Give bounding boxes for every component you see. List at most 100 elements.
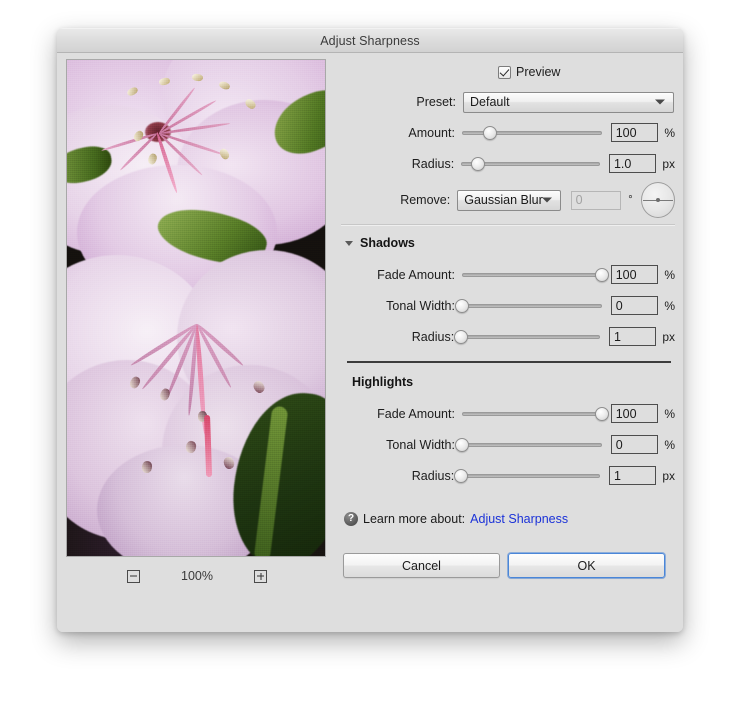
zoom-out-button[interactable]	[127, 569, 140, 583]
preset-dropdown[interactable]: Default	[463, 91, 674, 113]
chevron-down-icon	[655, 99, 665, 105]
preset-selected-value: Default	[470, 95, 510, 109]
shadows-fade-amount-unit: %	[664, 267, 675, 282]
slider-thumb[interactable]	[454, 468, 469, 483]
highlights-radius-input[interactable]: 1	[608, 466, 657, 485]
highlights-tonal-width-slider[interactable]	[454, 436, 602, 454]
shadows-tonal-width-slider[interactable]	[454, 297, 602, 315]
highlights-tonal-width-row: Tonal Width: 0 %	[339, 429, 675, 460]
shadows-highlights-divider	[347, 361, 671, 363]
angle-value: 0	[575, 193, 583, 207]
radius-slider[interactable]	[461, 155, 600, 173]
dialog-titlebar[interactable]: Adjust Sharpness	[57, 28, 683, 53]
learn-more-link[interactable]: Adjust Sharpness	[470, 512, 568, 526]
remove-selected-value: Gaussian Blur	[464, 193, 543, 207]
remove-dropdown[interactable]: Gaussian Blur	[457, 189, 561, 211]
highlights-fade-amount-input[interactable]: 100	[610, 404, 659, 423]
shadows-fade-amount-slider[interactable]	[461, 266, 609, 284]
amount-slider[interactable]	[461, 124, 602, 142]
slider-track	[461, 411, 602, 416]
shadows-title: Shadows	[360, 236, 415, 250]
highlights-radius-row: Radius: 1 px	[339, 460, 675, 491]
highlights-radius-slider[interactable]	[454, 467, 600, 485]
angle-unit: °	[628, 194, 633, 206]
cancel-button[interactable]: Cancel	[343, 553, 500, 578]
preview-checkbox[interactable]	[498, 65, 511, 79]
highlights-tonal-width-input[interactable]: 0	[610, 435, 659, 454]
slider-track	[461, 473, 600, 478]
shadows-radius-label: Radius:	[411, 329, 455, 344]
preset-label: Preset:	[416, 95, 456, 109]
highlights-fade-amount-slider[interactable]	[461, 405, 609, 423]
radius-unit: px	[662, 156, 675, 171]
shadows-radius-slider[interactable]	[454, 328, 600, 346]
dialog-button-row: Cancel OK	[339, 553, 675, 578]
highlights-tonal-width-value: 0	[615, 437, 623, 452]
remove-label: Remove:	[400, 193, 451, 207]
shadows-radius-row: Radius: 1 px	[339, 321, 675, 352]
shadows-fade-amount-value: 100	[615, 267, 637, 282]
highlights-radius-value: 1	[613, 468, 621, 483]
flower-preview-image[interactable]	[67, 60, 325, 556]
slider-thumb[interactable]	[454, 298, 469, 313]
amount-row: Amount: 100 %	[339, 117, 675, 148]
shadows-radius-input[interactable]: 1	[608, 327, 657, 346]
highlights-radius-label: Radius:	[411, 468, 455, 483]
preset-row: Preset: Default	[339, 87, 675, 117]
slider-thumb[interactable]	[594, 406, 609, 421]
preview-zoom-controls: 100%	[66, 565, 328, 587]
shadows-tonal-width-row: Tonal Width: 0 %	[339, 290, 675, 321]
highlights-fade-amount-label: Fade Amount:	[377, 406, 455, 421]
radius-row: Radius: 1.0 px	[339, 148, 675, 179]
shadows-fade-amount-input[interactable]: 100	[610, 265, 659, 284]
zoom-in-button[interactable]	[254, 569, 267, 583]
highlights-tonal-width-label: Tonal Width:	[386, 437, 455, 452]
amount-label: Amount:	[408, 125, 455, 140]
slider-thumb[interactable]	[454, 329, 469, 344]
shadows-tonal-width-label: Tonal Width:	[386, 298, 455, 313]
preview-checkbox-label: Preview	[516, 65, 561, 79]
shadows-tonal-width-input[interactable]: 0	[610, 296, 659, 315]
amount-value: 100	[615, 125, 637, 140]
shadows-fade-amount-label: Fade Amount:	[377, 267, 455, 282]
angle-dial-icon[interactable]	[640, 182, 676, 218]
highlights-fade-amount-value: 100	[615, 406, 637, 421]
angle-input[interactable]: 0	[570, 190, 622, 210]
shadows-radius-unit: px	[662, 329, 675, 344]
slider-thumb[interactable]	[470, 156, 485, 171]
learn-more-row: ? Learn more about: Adjust Sharpness	[339, 512, 675, 526]
shadows-radius-value: 1	[613, 329, 621, 344]
shadows-tonal-width-unit: %	[664, 298, 675, 313]
learn-more-label: Learn more about:	[363, 512, 466, 526]
highlights-fade-amount-unit: %	[664, 406, 675, 421]
slider-track	[461, 303, 602, 308]
amount-unit: %	[664, 125, 675, 140]
ok-button[interactable]: OK	[508, 553, 665, 578]
slider-thumb[interactable]	[594, 267, 609, 282]
dial-center-dot	[655, 198, 660, 202]
dialog-body: 100% Preview Preset: Default Amount: 100…	[57, 53, 683, 632]
zoom-level-label: 100%	[181, 569, 213, 583]
shadows-section-header[interactable]: Shadows	[339, 233, 675, 253]
question-mark-icon[interactable]: ?	[344, 512, 358, 526]
chevron-down-icon[interactable]	[345, 240, 353, 246]
adjust-sharpness-dialog: Adjust Sharpness 100% Preview Preset: De…	[57, 28, 683, 632]
highlights-radius-unit: px	[662, 468, 675, 483]
radius-label: Radius:	[411, 156, 455, 171]
preview-image-frame[interactable]	[66, 59, 326, 557]
slider-track	[461, 272, 602, 277]
image-grain-overlay	[67, 60, 325, 556]
preview-checkbox-row[interactable]: Preview	[339, 59, 675, 85]
highlights-fade-amount-row: Fade Amount: 100 %	[339, 398, 675, 429]
controls-panel: Preview Preset: Default Amount: 100 % Ra…	[339, 59, 676, 578]
highlights-section-header[interactable]: Highlights	[339, 372, 675, 392]
radius-input[interactable]: 1.0	[608, 154, 657, 173]
amount-input[interactable]: 100	[610, 123, 659, 142]
dialog-title: Adjust Sharpness	[320, 33, 420, 48]
chevron-down-icon	[541, 197, 552, 203]
slider-thumb[interactable]	[454, 437, 469, 452]
slider-thumb[interactable]	[482, 125, 497, 140]
highlights-tonal-width-unit: %	[664, 437, 675, 452]
radius-value: 1.0	[613, 156, 632, 171]
shadows-fade-amount-row: Fade Amount: 100 %	[339, 259, 675, 290]
